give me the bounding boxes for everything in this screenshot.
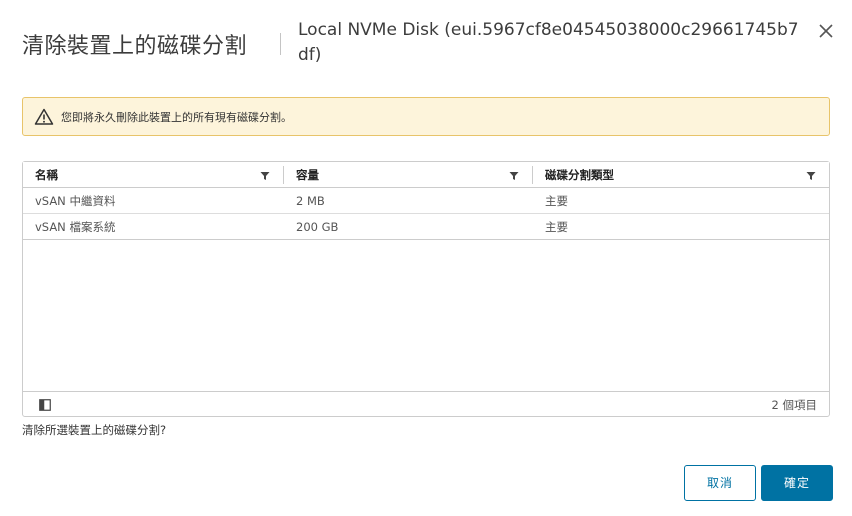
- cell-partition-type: 主要: [545, 194, 568, 208]
- ok-button[interactable]: 確定: [761, 465, 833, 501]
- warning-icon: [34, 108, 54, 125]
- filter-icon[interactable]: [806, 171, 816, 181]
- warning-alert: 您即將永久刪除此裝置上的所有現有磁碟分割。: [22, 97, 830, 136]
- dialog-subtitle: Local NVMe Disk (eui.5967cf8e04545038000…: [298, 20, 799, 65]
- column-header-name[interactable]: 名稱: [35, 162, 58, 188]
- grid-rows-divider: [23, 239, 829, 240]
- grid-header: 名稱 容量 磁碟分割類型: [23, 162, 829, 188]
- cancel-button[interactable]: 取消: [684, 465, 756, 501]
- cell-capacity: 2 MB: [296, 194, 325, 208]
- filter-icon[interactable]: [260, 171, 270, 181]
- cell-name: vSAN 檔案系統: [35, 220, 116, 234]
- table-row[interactable]: vSAN 中繼資料 2 MB 主要: [23, 188, 829, 214]
- table-row[interactable]: vSAN 檔案系統 200 GB 主要: [23, 214, 829, 240]
- column-separator[interactable]: [532, 166, 533, 184]
- column-toggle-icon[interactable]: [39, 399, 51, 411]
- cell-partition-type: 主要: [545, 220, 568, 234]
- alert-text: 您即將永久刪除此裝置上的所有現有磁碟分割。: [61, 111, 292, 124]
- item-count: 2 個項目: [771, 398, 817, 412]
- cell-name: vSAN 中繼資料: [35, 194, 116, 208]
- cell-capacity: 200 GB: [296, 220, 339, 234]
- column-separator[interactable]: [283, 166, 284, 184]
- dialog-title: 清除裝置上的磁碟分割: [22, 34, 248, 59]
- header-divider: [280, 33, 281, 55]
- close-button[interactable]: [815, 20, 837, 42]
- close-icon: [819, 24, 833, 38]
- partitions-grid: 名稱 容量 磁碟分割類型 vSAN 中繼資料 2 MB 主要 vSAN 檔案系統…: [22, 161, 830, 417]
- column-header-partition-type[interactable]: 磁碟分割類型: [545, 162, 614, 188]
- confirm-question: 清除所選裝置上的磁碟分割?: [22, 423, 167, 437]
- column-header-capacity[interactable]: 容量: [296, 162, 319, 188]
- grid-footer: 2 個項目: [23, 391, 829, 417]
- filter-icon[interactable]: [509, 171, 519, 181]
- dialog-header: 清除裝置上的磁碟分割 Local NVMe Disk (eui.5967cf8e…: [0, 0, 852, 80]
